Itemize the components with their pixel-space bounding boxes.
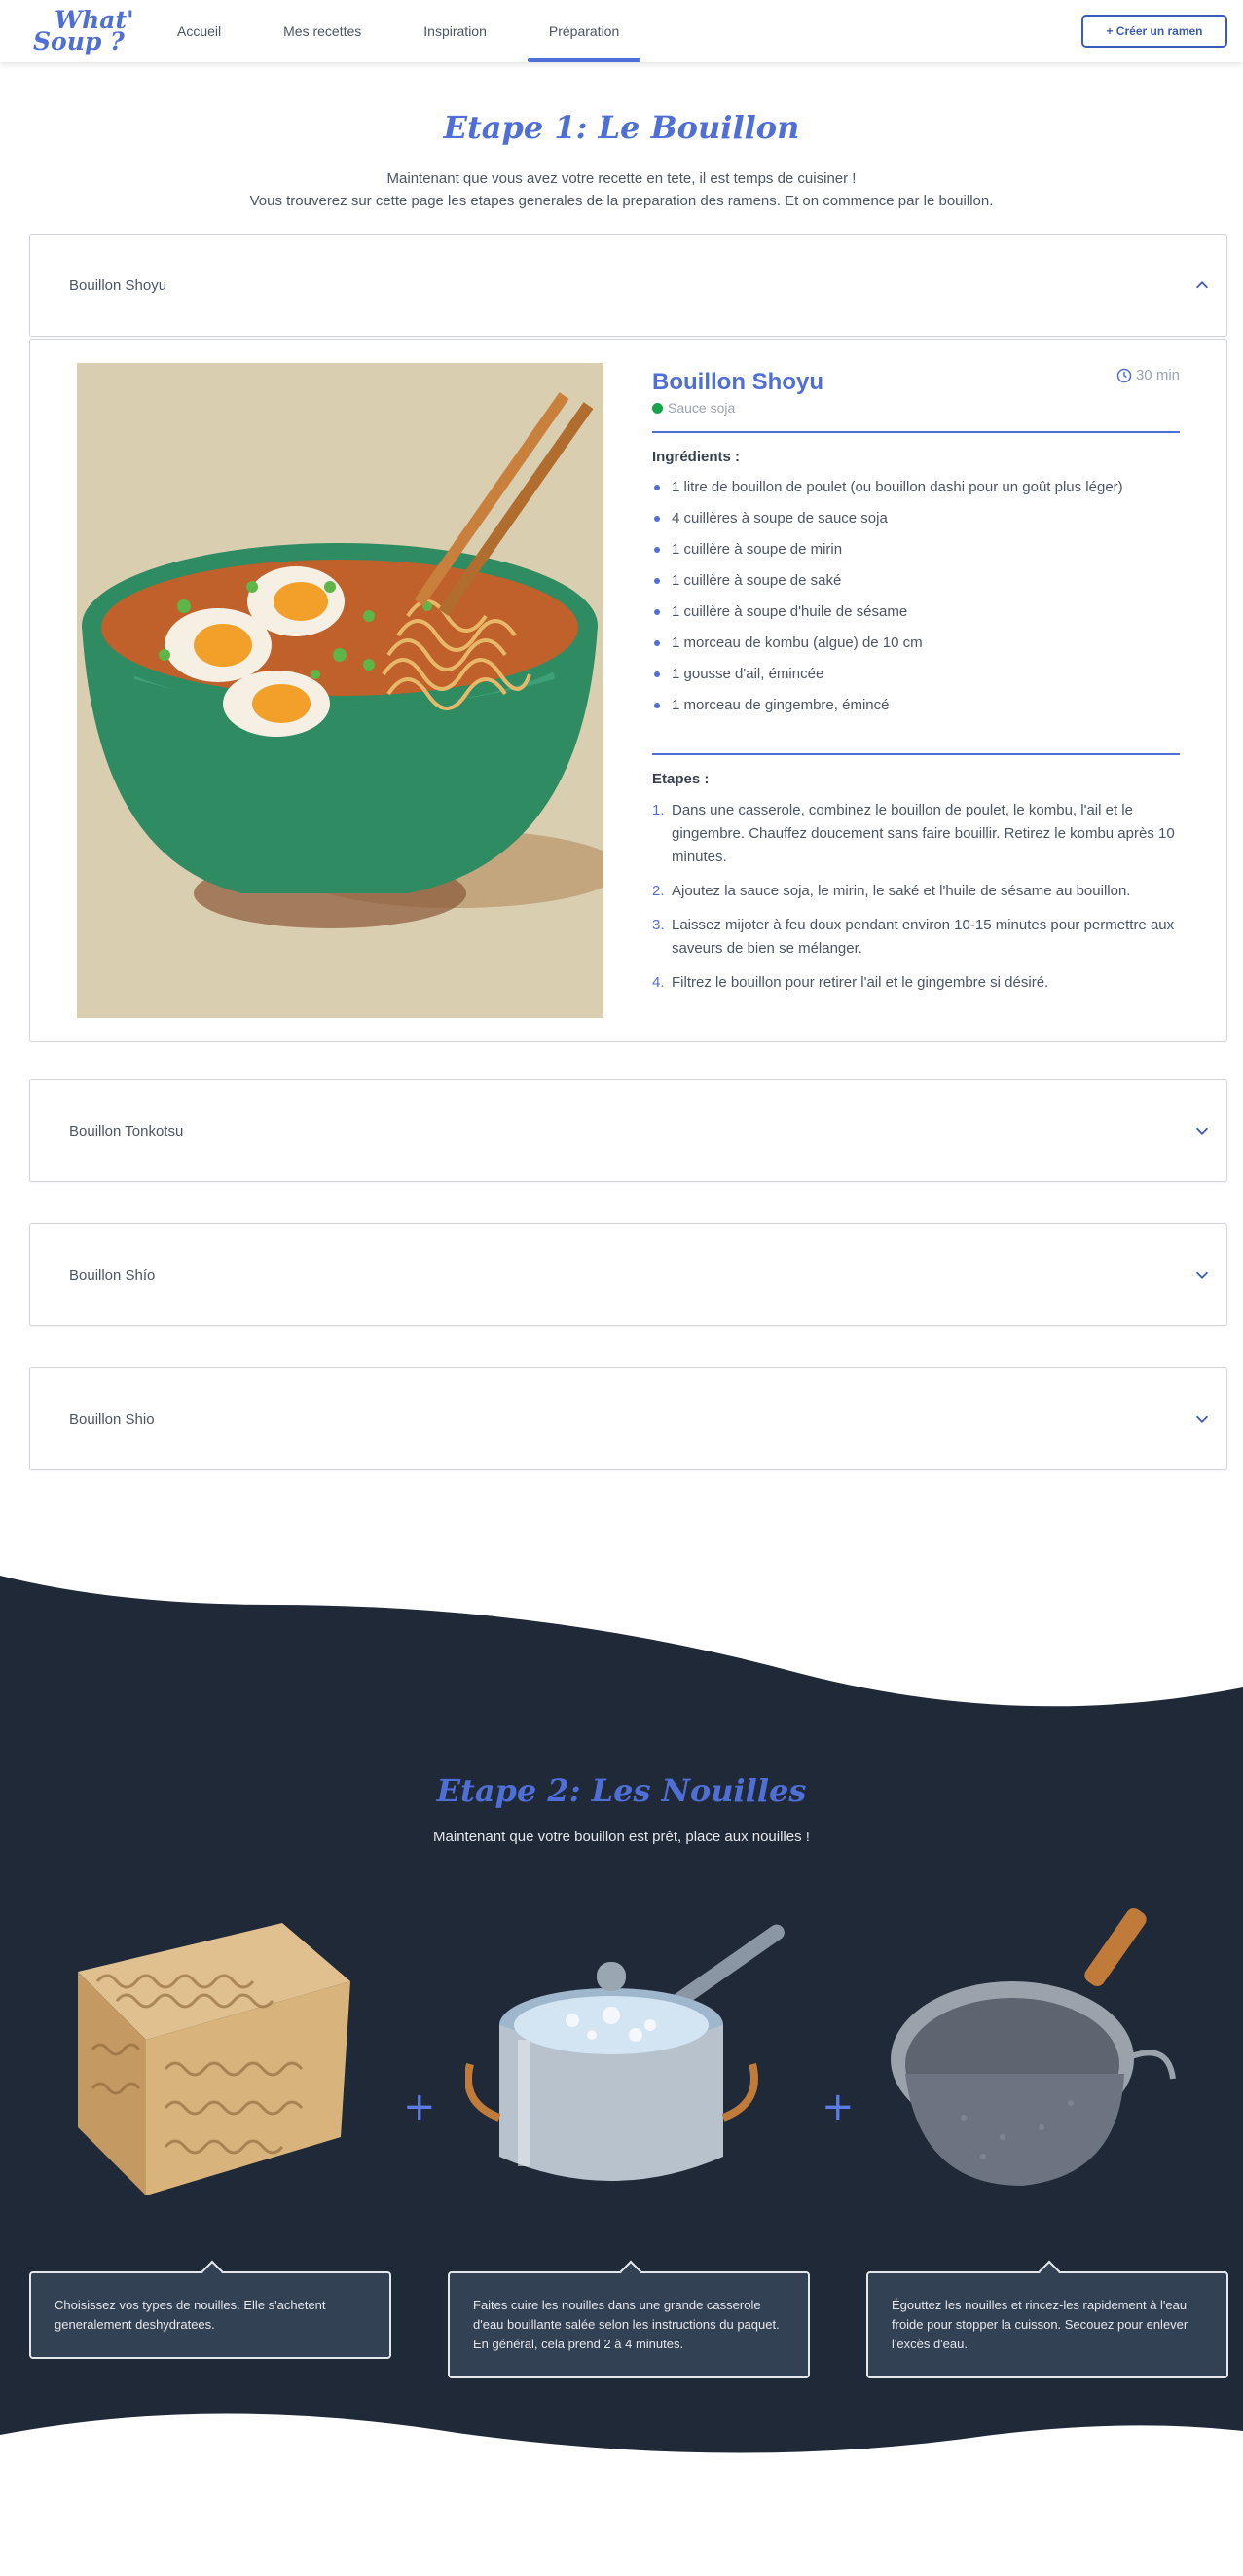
noodle-steps: + + Choisissez vos types de nouilles. El… — [0, 1894, 1243, 2378]
step2-title: Etape 2: Les Nouilles — [436, 1772, 807, 1809]
accordion-label: Bouillon Tonkotsu — [69, 1122, 184, 1140]
nav-link-preparation[interactable]: Préparation — [527, 0, 641, 62]
steps-heading: Etapes : — [652, 771, 710, 787]
recipe-panel-shoyu: Bouillon Shoyu 30 min Sauce soja Ingrédi… — [29, 339, 1227, 1042]
chevron-down-icon — [1195, 1127, 1209, 1135]
list-item: 2. Ajoutez la sauce soja, le mirin, le sa… — [652, 880, 1180, 903]
accordion-header-shoyu[interactable]: Bouillon Shoyu — [29, 234, 1227, 337]
step1-title: Etape 1: Le Bouillon — [443, 109, 800, 146]
step2-section: Etape 2: Les Nouilles Maintenant que vot… — [0, 1576, 1243, 2482]
list-item: 4 cuillères à soupe de sauce soja — [652, 508, 1180, 539]
list-item: 1 gousse d'ail, émincée — [652, 664, 1180, 695]
logo[interactable]: What' Soup ? — [33, 6, 140, 56]
wave-divider-bottom — [0, 2413, 1243, 2482]
logo-line-2: Soup ? — [33, 27, 125, 55]
divider — [652, 753, 1180, 755]
clock-icon — [1116, 368, 1132, 382]
ingredients-list: 1 litre de bouillon de poulet (ou bouill… — [652, 477, 1180, 726]
noodle-step-card-drain: Égouttez les nouilles et rincez-les rapi… — [866, 2271, 1228, 2378]
list-item: 1. Dans une casserole, combinez le bouill… — [652, 799, 1180, 869]
step1-intro-line-2: Vous trouverez sur cette page les etapes… — [249, 193, 994, 209]
wave-divider-top — [0, 1576, 1243, 1707]
list-item: 3. Laissez mijoter à feu doux pendant env… — [652, 914, 1180, 961]
step-number: 3. — [652, 917, 665, 933]
recipe-title: Bouillon Shoyu — [652, 369, 823, 395]
strainer-illustration — [891, 1907, 1176, 2186]
nav-link-inspiration[interactable]: Inspiration — [402, 0, 508, 62]
list-item: 1 cuillère à soupe d'huile de sésame — [652, 601, 1180, 633]
step-text: Laissez mijoter à feu doux pendant envir… — [672, 917, 1175, 957]
ingredients-heading: Ingrédients : — [652, 449, 741, 465]
nav-link-accueil[interactable]: Accueil — [156, 0, 242, 62]
step-text: Dans une casserole, combinez le bouillon… — [672, 802, 1175, 865]
accordion-label: Bouillon Shío — [69, 1266, 156, 1284]
broth-tag-label: Sauce soja — [668, 400, 736, 416]
accordion-label: Bouillon Shoyu — [69, 276, 167, 294]
noodle-step-card-cook: Faites cuire les nouilles dans une grand… — [448, 2271, 810, 2378]
plus-icon: + — [822, 2085, 855, 2129]
list-item: 1 litre de bouillon de poulet (ou bouill… — [652, 477, 1180, 508]
broth-tag: Sauce soja — [652, 400, 1180, 416]
list-item: 1 cuillère à soupe de mirin — [652, 539, 1180, 570]
noodle-step-card-choose: Choisissez vos types de nouilles. Elle s… — [29, 2271, 391, 2359]
accordion-label: Bouillon Shio — [69, 1410, 155, 1428]
plus-icon: + — [403, 2085, 436, 2129]
nav-links: Accueil Mes recettes Inspiration Prépara… — [156, 0, 660, 62]
step-number: 2. — [652, 883, 665, 899]
chevron-down-icon — [1195, 1271, 1209, 1279]
green-dot-icon — [652, 402, 663, 414]
accordion-header-shio-accent[interactable]: Bouillon Shío — [29, 1223, 1227, 1326]
chevron-down-icon — [1195, 1415, 1209, 1423]
step1-intro-line-1: Maintenant que vous avez votre recette e… — [386, 170, 857, 187]
step-number: 1. — [652, 802, 665, 818]
step-text: Ajoutez la sauce soja, le mirin, le saké… — [672, 883, 1131, 899]
recipe-details: Bouillon Shoyu 30 min Sauce soja Ingrédi… — [652, 363, 1180, 1018]
ramen-bowl-illustration — [77, 363, 603, 1018]
nav-link-mes-recettes[interactable]: Mes recettes — [262, 0, 383, 62]
broth-accordion: Bouillon Shoyu Bouillon Shoyu 30 min Sau… — [29, 234, 1227, 1470]
chevron-up-icon — [1195, 281, 1209, 289]
step-number: 4. — [652, 974, 665, 991]
list-item: 1 morceau de kombu (algue) de 10 cm — [652, 633, 1180, 664]
accordion-header-tonkotsu[interactable]: Bouillon Tonkotsu — [29, 1079, 1227, 1182]
cook-time: 30 min — [1116, 367, 1180, 383]
divider — [652, 431, 1180, 433]
create-ramen-button[interactable]: + Créer un ramen — [1081, 15, 1227, 48]
step2-intro: Maintenant que votre bouillon est prêt, … — [433, 1829, 810, 1845]
boiling-pot-illustration — [465, 1924, 785, 2181]
list-item: 1 morceau de gingembre, émincé — [652, 695, 1180, 726]
steps-list: 1. Dans une casserole, combinez le bouill… — [652, 799, 1180, 995]
list-item: 1 cuillère à soupe de saké — [652, 570, 1180, 601]
dried-noodles-illustration — [78, 1923, 350, 2195]
step-text: Filtrez le bouillon pour retirer l'ail e… — [672, 974, 1049, 991]
top-navbar: What' Soup ? Accueil Mes recettes Inspir… — [0, 0, 1243, 62]
list-item: 4. Filtrez le bouillon pour retirer l'ail… — [652, 971, 1180, 995]
cook-time-value: 30 min — [1135, 367, 1180, 383]
accordion-header-shio[interactable]: Bouillon Shio — [29, 1367, 1227, 1470]
